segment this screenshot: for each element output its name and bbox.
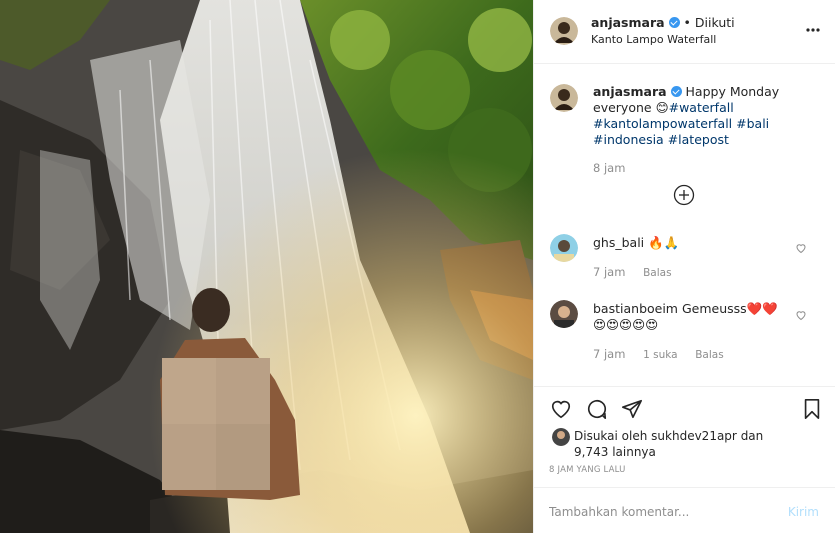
comment-avatar[interactable] <box>550 300 578 328</box>
liked-by-prefix: Disukai oleh <box>574 429 648 443</box>
avatar[interactable] <box>550 17 578 45</box>
caption-avatar[interactable] <box>550 84 578 112</box>
liker-avatar[interactable] <box>552 428 570 446</box>
dot-separator: • <box>683 15 691 30</box>
post-header: anjasmara • Diikuti Kanto Lampo Waterfal… <box>534 0 835 64</box>
avatar-image <box>550 300 578 328</box>
heart-icon[interactable] <box>795 242 807 254</box>
verified-icon <box>668 17 680 28</box>
post-timestamp[interactable]: 8 JAM YANG LALU <box>549 465 626 475</box>
add-icon[interactable] <box>673 184 695 209</box>
likes-count[interactable]: 9,743 <box>574 445 608 459</box>
hashtag-link[interactable]: #bali <box>736 116 769 131</box>
heart-icon[interactable] <box>549 398 573 420</box>
liked-by-user[interactable]: sukhdev21apr <box>651 429 737 443</box>
comment-time[interactable]: 7 jam <box>593 265 625 279</box>
divider <box>534 487 835 488</box>
post-photo[interactable] <box>0 0 533 533</box>
share-icon[interactable] <box>621 398 643 420</box>
comment-username[interactable]: bastianboeim <box>593 301 678 316</box>
hashtag-link[interactable]: #waterfall <box>669 100 734 115</box>
comment-text: 🔥🙏 <box>648 235 680 250</box>
location-link[interactable]: Kanto Lampo Waterfall <box>591 33 716 46</box>
caption-emoji: 😊 <box>655 100 669 115</box>
avatar-image <box>550 84 578 112</box>
comment-text: Gemeusss <box>681 301 747 316</box>
reply-button[interactable]: Balas <box>643 267 671 279</box>
header-username[interactable]: anjasmara <box>591 15 665 30</box>
hashtag-link[interactable]: #indonesia <box>593 132 664 147</box>
liked-by-connector: dan <box>740 429 764 443</box>
caption-text-1: Happy Monday <box>685 84 780 99</box>
comment-meta: 7 jam 1 suka Balas <box>593 347 724 361</box>
likes-count-button[interactable]: 1 suka <box>643 349 677 361</box>
hashtag-link[interactable]: #latepost <box>668 132 729 147</box>
avatar-image <box>552 428 570 446</box>
verified-icon <box>670 86 682 97</box>
comment-username[interactable]: ghs_bali <box>593 235 644 250</box>
comment-icon[interactable] <box>585 398 609 420</box>
avatar-image <box>550 234 578 262</box>
comment-emoji-line: 😍😍😍😍😍 <box>593 317 659 332</box>
caption-text-2: everyone <box>593 100 652 115</box>
caption-username[interactable]: anjasmara <box>593 84 667 99</box>
caption: anjasmara Happy Monday everyone 😊#waterf… <box>593 84 823 148</box>
post-comment-button[interactable]: Kirim <box>788 505 819 519</box>
post-sidebar: anjasmara • Diikuti Kanto Lampo Waterfal… <box>533 0 835 533</box>
comment-avatar[interactable] <box>550 234 578 262</box>
divider <box>534 386 835 387</box>
comment-input[interactable] <box>549 505 779 519</box>
comment-emoji: ❤️❤️ <box>746 301 778 316</box>
waterfall-image <box>0 0 533 533</box>
comment-1: ghs_bali 🔥🙏 <box>593 235 679 251</box>
header-user-line: anjasmara • Diikuti <box>591 15 735 30</box>
hashtag-link[interactable]: #kantolampowaterfall <box>593 116 732 131</box>
comment-time[interactable]: 7 jam <box>593 347 625 361</box>
follow-status[interactable]: Diikuti <box>695 15 735 30</box>
comment-2: bastianboeim Gemeusss❤️❤️ 😍😍😍😍😍 <box>593 301 793 333</box>
comment-meta: 7 jam Balas <box>593 265 672 279</box>
avatar-image <box>550 17 578 45</box>
more-icon[interactable] <box>805 22 821 41</box>
caption-time[interactable]: 8 jam <box>593 161 625 175</box>
bookmark-icon[interactable] <box>801 398 823 420</box>
liked-by: Disukai oleh sukhdev21apr dan 9,743 lain… <box>574 428 804 460</box>
liked-by-suffix[interactable]: lainnya <box>612 445 656 459</box>
heart-icon[interactable] <box>795 309 807 321</box>
reply-button[interactable]: Balas <box>695 349 723 361</box>
